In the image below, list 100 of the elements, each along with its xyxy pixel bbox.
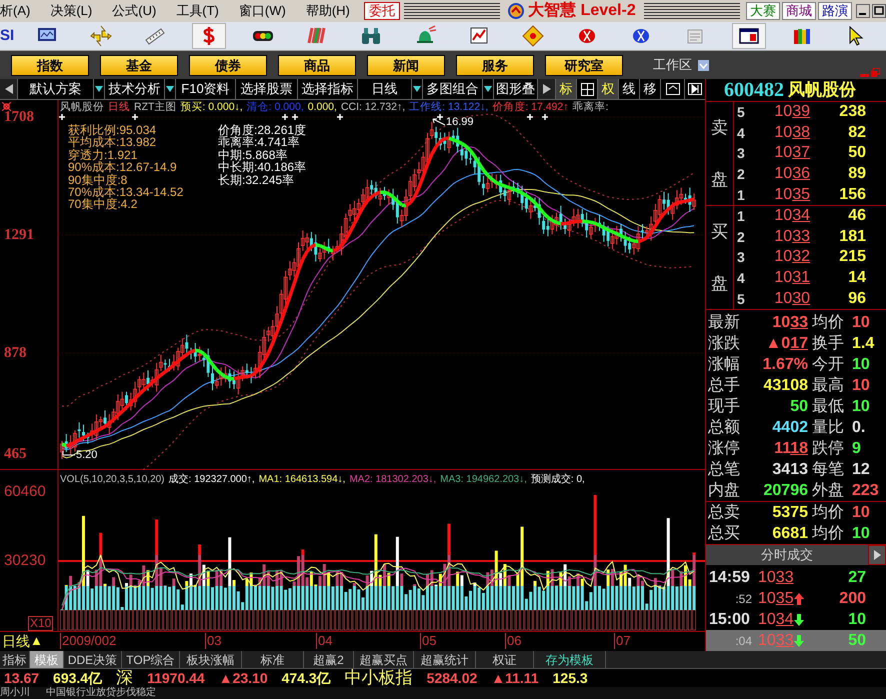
- indicator-text: 长期:32.245率: [218, 174, 296, 186]
- tool-tab[interactable]: 权: [598, 79, 619, 99]
- tool-tab[interactable]: 标: [556, 79, 577, 99]
- axis-label: 03: [205, 633, 222, 649]
- menu-item[interactable]: 窗口(W): [228, 1, 296, 21]
- category-button[interactable]: 新闻: [367, 54, 445, 76]
- indicator-text: 中期:5.868率: [218, 148, 288, 162]
- stat-value: 1033: [771, 314, 808, 332]
- dropdown-button[interactable]: [483, 79, 494, 99]
- stat-value: 10: [852, 376, 871, 394]
- legend-text: CCI: 12.732↑,: [340, 101, 406, 114]
- triangle-right-icon: [542, 84, 550, 94]
- axis-label: 2009/002: [60, 633, 116, 649]
- stat-label: 涨停: [708, 440, 741, 458]
- price-text: 1033: [758, 568, 794, 586]
- header-link[interactable]: 商城: [782, 2, 816, 20]
- book-label: 盘: [711, 272, 728, 294]
- stat-value: 10: [852, 504, 871, 522]
- legend-text: 乖离率:: [572, 101, 608, 114]
- stat-label: 现手: [708, 398, 741, 416]
- expand-button[interactable]: [868, 545, 886, 565]
- volume-text: 238: [838, 103, 866, 122]
- scroll-right-button[interactable]: [538, 79, 556, 99]
- rank-label: 3: [736, 248, 746, 266]
- menu-item[interactable]: 决策(L): [40, 1, 102, 21]
- chart-tab[interactable]: 默认方案: [18, 79, 94, 99]
- volume-text: 156: [838, 186, 866, 204]
- stat-label: 均价: [811, 504, 845, 522]
- legend-text: 日线: [108, 101, 130, 114]
- toolbar-button[interactable]: [732, 23, 766, 49]
- volume-text: 96: [847, 290, 866, 308]
- news-text[interactable]: 周小川: [0, 687, 30, 699]
- indicator-text: 70%成本:13.34-14.52: [68, 186, 184, 198]
- chart-tab[interactable]: F10资料: [176, 79, 236, 99]
- indicator-text: 乖离率:4.741率: [218, 136, 300, 149]
- dropdown-button[interactable]: [412, 79, 423, 99]
- price-text: 1033: [758, 632, 794, 650]
- dropdown-caret-icon: [413, 86, 421, 92]
- bottom-tab[interactable]: 指标: [0, 651, 30, 668]
- scroll-left-button[interactable]: [0, 79, 18, 99]
- chart-tab[interactable]: 技术分析: [105, 79, 165, 99]
- rank-label: 4: [736, 124, 746, 142]
- period-marker: ▲: [30, 633, 43, 649]
- book-label: 买: [711, 221, 728, 243]
- crosshair-icon: [580, 82, 594, 96]
- menu-item[interactable]: 工具(T): [166, 1, 229, 21]
- arrow-down-icon: [794, 614, 804, 626]
- category-button[interactable]: 服务: [456, 54, 534, 76]
- stat-value: 3413: [771, 460, 808, 478]
- rank-label: 5: [736, 103, 746, 122]
- stat-label: 总买: [708, 524, 741, 542]
- stat-label: 涨跌: [708, 334, 741, 352]
- header-link[interactable]: 路演: [818, 2, 852, 20]
- price-text: 1031: [773, 269, 810, 288]
- ticker-text: 125.3: [552, 669, 588, 687]
- stat-value: ▲017: [764, 334, 808, 352]
- category-button[interactable]: 商品: [278, 54, 356, 76]
- category-button[interactable]: 研究室: [545, 54, 623, 76]
- chart-tab[interactable]: 日线: [358, 79, 412, 99]
- menu-item[interactable]: 析(A): [0, 1, 40, 21]
- stat-label: 总笔: [708, 460, 741, 478]
- trade-button[interactable]: 委托: [364, 2, 400, 20]
- stat-label: 总额: [708, 418, 741, 436]
- stat-value: 50: [789, 398, 808, 416]
- indicator-text: 90集中度:8: [68, 174, 128, 186]
- chart-tab[interactable]: 选择股票: [236, 79, 298, 99]
- legend-text: MA2: 181302.203↓,: [349, 474, 436, 486]
- stat-label: 最低: [811, 398, 845, 416]
- chart-tab[interactable]: 选择指标: [298, 79, 358, 99]
- menu-item[interactable]: 公式(U): [102, 1, 166, 21]
- legend-text: VOL(5,10,20,3,5,10,20): [60, 474, 165, 486]
- header-link[interactable]: 大赛: [746, 2, 780, 20]
- chart-tab[interactable]: 多图组合: [423, 79, 483, 99]
- stat-value: 1.4: [852, 334, 876, 352]
- dropdown-button[interactable]: [165, 79, 176, 99]
- dropdown-button[interactable]: [94, 79, 105, 99]
- workspace-checkbox[interactable]: [698, 60, 709, 70]
- menu-item[interactable]: 帮助(H): [296, 1, 360, 21]
- volume-text: 82: [847, 124, 866, 142]
- stat-value: 43108: [762, 376, 808, 394]
- axis-label: 07: [614, 633, 630, 649]
- window-title: 大智慧 Level-2: [528, 3, 636, 19]
- price-text: 1034: [773, 207, 810, 226]
- play-icon: [688, 83, 702, 95]
- time-text: 14:59: [708, 568, 751, 586]
- rank-label: 1: [736, 186, 746, 204]
- category-button[interactable]: 债券: [189, 54, 267, 76]
- category-button[interactable]: 基金: [100, 54, 178, 76]
- category-button[interactable]: 指数: [11, 54, 89, 76]
- axis-label: 465: [4, 446, 26, 462]
- toolbar-label: SI: [0, 26, 16, 46]
- legend-text: 成交: 192327.000↑,: [168, 474, 255, 486]
- price-text: 1033: [773, 228, 810, 246]
- volume-text: 46: [847, 207, 866, 226]
- rank-label: 4: [736, 269, 746, 288]
- trade-row[interactable]: :04 1033 50: [706, 630, 886, 651]
- stat-value: 10: [852, 524, 871, 542]
- minimize-icon: [856, 4, 870, 18]
- section-title: 分时成交: [760, 546, 814, 564]
- stat-label: 总卖: [708, 504, 741, 522]
